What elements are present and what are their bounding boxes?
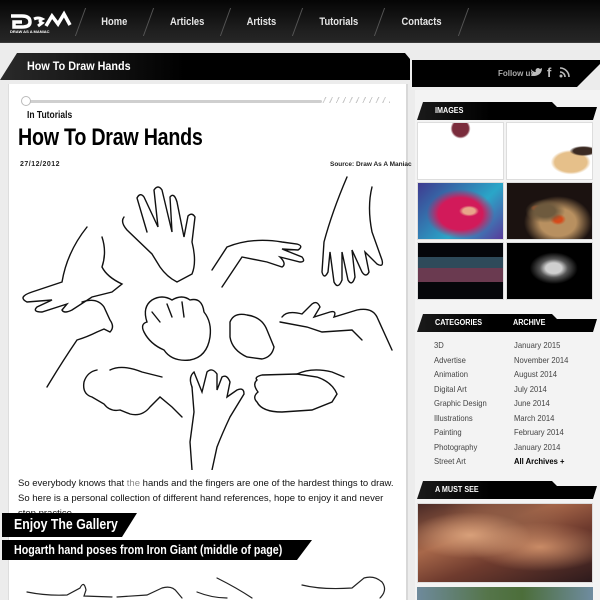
gallery-heading-text: Enjoy The Gallery [14,516,118,533]
nav-divider [458,7,470,36]
category-link-graphic-design[interactable]: Graphic Design [434,398,487,413]
nav-item-home[interactable]: Home [86,16,143,28]
hogarth-hand-poses-image [26,576,386,599]
archive-link[interactable]: January 2014 [514,442,568,457]
nav-divider [142,7,154,36]
page-title: How To Draw Hands [27,59,131,73]
progress-hatch-decoration [322,97,390,103]
category-link-illustrations[interactable]: Illustrations [434,413,487,428]
nav-item-tutorials[interactable]: Tutorials [304,16,373,28]
top-navigation-bar: DRAW AS A MANIAC Home Articles Artists T… [0,0,600,43]
nav-divider [219,7,232,36]
archive-heading: ARCHIVE [513,318,546,327]
must-see-image-tree[interactable] [417,587,593,600]
categories-list: 3D Advertise Animation Digital Art Graph… [434,340,493,471]
image-thumb-monochrome-portrait[interactable] [506,242,593,300]
nav-item-contacts[interactable]: Contacts [387,16,458,28]
post-date: 27/12/2012 [20,161,61,168]
archive-link[interactable]: June 2014 [514,398,568,413]
twitter-icon[interactable] [530,67,543,78]
hand-sketches-image [22,176,393,470]
rss-icon[interactable] [559,67,570,78]
image-thumb-night-city[interactable] [417,242,504,300]
category-link-digital-art[interactable]: Digital Art [434,384,487,399]
svg-text:DRAW AS A MANIAC: DRAW AS A MANIAC [10,29,50,34]
image-thumb-character[interactable] [506,122,593,180]
post-body-text-1: So everybody knows that [18,478,127,489]
post-body-link[interactable]: the [127,478,140,489]
archive-link[interactable]: February 2014 [514,427,568,442]
facebook-icon[interactable]: f [547,65,551,80]
image-thumb-abstract-figure[interactable] [417,122,504,180]
must-see-image-clouds[interactable] [417,503,593,583]
archive-link[interactable]: July 2014 [514,384,568,399]
site-logo[interactable]: DRAW AS A MANIAC [8,10,74,34]
reading-progress-track [22,100,322,103]
categories-heading: CATEGORIES [435,318,483,327]
category-link-advertise[interactable]: Advertise [434,355,487,370]
follow-us-bar: Follow us f [412,60,600,87]
archive-link[interactable]: March 2014 [514,413,568,428]
archive-link[interactable]: November 2014 [514,355,568,370]
nav-item-artists[interactable]: Artists [231,16,291,28]
category-link-painting[interactable]: Painting [434,427,487,442]
post-source[interactable]: Source: Draw As A Maniac [330,161,412,168]
nav-divider [74,7,87,36]
category-link-photography[interactable]: Photography [434,442,487,457]
gallery-heading: Enjoy The Gallery [2,513,137,537]
archive-link[interactable]: January 2015 [514,340,568,355]
image-thumb-dark-creature[interactable] [506,182,593,240]
nav-divider [291,7,303,36]
archive-link[interactable]: August 2014 [514,369,568,384]
nav-item-articles[interactable]: Articles [154,16,219,28]
post-title: How To Draw Hands [18,124,203,151]
category-link-3d[interactable]: 3D [434,340,487,355]
main-nav: Home Articles Artists Tutorials Contacts [74,0,470,43]
post-category[interactable]: In Tutorials [27,110,72,121]
all-archives-link[interactable]: All Archives + [514,456,568,471]
nav-divider [374,7,386,36]
image-thumb-red-hair-woman[interactable] [417,182,504,240]
must-see-heading: A MUST SEE [435,485,479,494]
category-link-street-art[interactable]: Street Art [434,456,487,471]
page-title-band: How To Draw Hands [0,53,410,80]
category-link-animation[interactable]: Animation [434,369,487,384]
images-heading: IMAGES [435,106,464,115]
reading-progress-handle[interactable] [21,96,31,106]
archive-list: January 2015 November 2014 August 2014 J… [514,340,574,471]
gallery-subheading-text: Hogarth hand poses from Iron Giant (midd… [14,542,283,557]
gallery-subheading: Hogarth hand poses from Iron Giant (midd… [2,540,312,560]
